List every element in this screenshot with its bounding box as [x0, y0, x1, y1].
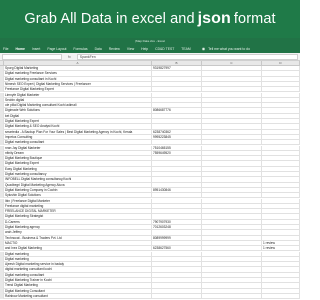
ribbon-tab[interactable]: Home	[15, 47, 24, 51]
ribbon-tab[interactable]: CD&D TEST	[155, 47, 174, 51]
tell-me-label: Tell me what you want to do	[208, 47, 250, 51]
window-title: (Map Data.xlsx - Excel	[134, 39, 165, 43]
fx-icon[interactable]: fx	[68, 55, 71, 59]
banner-text-after: format	[233, 11, 276, 27]
ribbon-tab[interactable]: Page Layout	[47, 47, 66, 51]
cell-extra[interactable]	[202, 293, 262, 300]
cell-business-name[interactable]: Rainbow Marketing consultant	[4, 293, 152, 300]
cell-reviews[interactable]	[262, 293, 300, 300]
ribbon-tab[interactable]: Help	[141, 47, 148, 51]
tell-me-search[interactable]: ◉ Tell me what you want to do	[202, 46, 250, 51]
banner-text: Grab All Data in excel and	[24, 11, 195, 27]
table-row: Rainbow Marketing consultant	[0, 293, 300, 300]
ribbon-tab[interactable]: File	[3, 47, 8, 51]
lightbulb-icon: ◉	[201, 46, 206, 51]
ribbon-tabs: File Home Insert Page Layout Formulas Data Rev…	[0, 44, 300, 53]
promo-banner: Grab All Data in excel and json format	[0, 0, 300, 38]
cell-phone[interactable]	[152, 293, 202, 300]
ribbon-tab[interactable]: View	[127, 47, 134, 51]
spreadsheet-grid: Spurg Digital Marketing 9319827997 Digital…	[0, 66, 300, 300]
ribbon-tab[interactable]: Data	[95, 47, 102, 51]
banner-text-bold: json	[197, 10, 231, 27]
ribbon-tab[interactable]: Review	[109, 47, 120, 51]
formula-bar: fx SpankFen	[0, 53, 300, 61]
ribbon-tab[interactable]: TEAM	[181, 47, 190, 51]
ribbon-tab[interactable]: Formulas	[73, 47, 87, 51]
ribbon-tab[interactable]: Insert	[32, 47, 40, 51]
name-box[interactable]	[2, 53, 62, 60]
formula-input[interactable]: SpankFen	[76, 53, 298, 60]
